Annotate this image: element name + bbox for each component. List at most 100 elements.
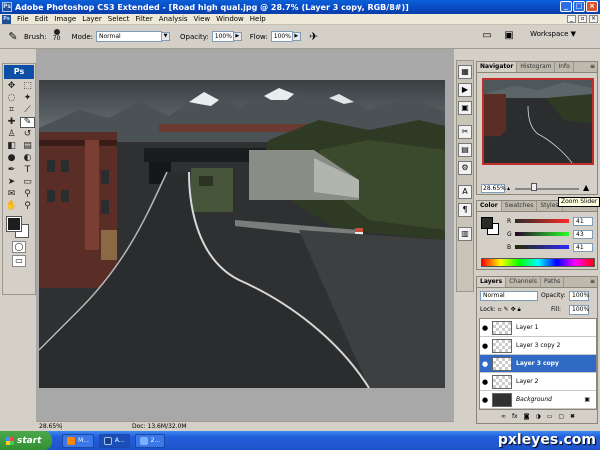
brush-tool-preset-icon[interactable]: ✎ <box>6 30 20 44</box>
clone-stamp-tool-icon[interactable]: ♙ <box>4 129 19 140</box>
layer-style-icon[interactable]: fx <box>512 413 518 423</box>
layer-row[interactable]: ● Layer 3 copy 2 <box>480 337 596 355</box>
layer-opacity-field[interactable]: 100% <box>569 291 589 301</box>
menu-help[interactable]: Help <box>247 15 269 23</box>
taskbar-item-photoshop[interactable]: A... <box>98 433 130 448</box>
taskbar-item-group[interactable]: 2... <box>134 433 166 448</box>
visibility-eye-icon[interactable]: ● <box>480 360 490 368</box>
blue-slider[interactable] <box>515 245 569 249</box>
actions-panel-icon[interactable]: ⚙ <box>458 161 472 175</box>
foreground-color-swatch[interactable] <box>6 216 22 232</box>
red-value[interactable]: 41 <box>573 216 593 226</box>
tool-presets-panel-icon[interactable]: ▶ <box>458 83 472 97</box>
lasso-tool-icon[interactable]: ◌ <box>4 93 19 104</box>
navigator-thumbnail[interactable] <box>482 78 594 165</box>
shape-tool-icon[interactable]: ▭ <box>20 177 35 188</box>
visibility-eye-icon[interactable]: ● <box>480 324 490 332</box>
move-tool-icon[interactable]: ✥ <box>4 81 19 92</box>
screen-mode-icon[interactable]: ▭ <box>12 255 26 267</box>
panel-menu-icon[interactable]: ≡ <box>590 63 595 70</box>
new-layer-icon[interactable]: ▢ <box>558 413 564 423</box>
file-browser-icon[interactable]: ▭ <box>480 30 494 42</box>
history-brush-tool-icon[interactable]: ↺ <box>20 129 35 140</box>
status-zoom[interactable]: 28.65% <box>36 423 62 430</box>
visibility-eye-icon[interactable]: ● <box>480 396 490 404</box>
flow-dropdown-icon[interactable]: ▶ <box>291 32 301 41</box>
zoom-in-icon[interactable]: ▲ <box>583 183 589 192</box>
visibility-eye-icon[interactable]: ● <box>480 342 490 350</box>
zoom-slider-track[interactable] <box>515 188 579 190</box>
layer-row[interactable]: ● Layer 2 <box>480 373 596 391</box>
healing-brush-tool-icon[interactable]: ✚ <box>4 117 19 128</box>
adjustment-layer-icon[interactable]: ◑ <box>535 413 540 423</box>
brush-picker[interactable]: 70 <box>50 28 64 46</box>
paragraph-panel-icon[interactable]: ¶ <box>458 203 472 217</box>
menu-layer[interactable]: Layer <box>79 15 105 23</box>
menu-select[interactable]: Select <box>105 15 133 23</box>
camera-icon[interactable]: ▣ <box>502 30 516 42</box>
path-selection-tool-icon[interactable]: ➤ <box>4 177 19 188</box>
panel-menu-icon[interactable]: ≡ <box>590 278 595 285</box>
maximize-button[interactable]: □ <box>573 1 585 12</box>
delete-layer-icon[interactable]: ✖ <box>570 413 575 423</box>
airbrush-icon[interactable]: ✈ <box>307 30 321 44</box>
info-panel-icon[interactable]: ▥ <box>458 227 472 241</box>
blur-tool-icon[interactable]: ● <box>4 153 19 164</box>
lock-image-icon[interactable]: ✎ <box>504 306 509 313</box>
lock-transparent-icon[interactable]: ▫ <box>498 306 502 313</box>
red-slider[interactable] <box>515 219 569 223</box>
type-tool-icon[interactable]: T <box>20 165 35 176</box>
zoom-slider-handle[interactable] <box>531 183 538 191</box>
dodge-tool-icon[interactable]: ◐ <box>20 153 35 164</box>
tab-swatches[interactable]: Swatches <box>502 201 538 211</box>
layer-row[interactable]: ● Layer 1 <box>480 319 596 337</box>
workspace-menu[interactable]: Workspace ▼ <box>530 30 576 38</box>
zoom-out-icon[interactable]: ▴ <box>507 185 510 192</box>
blend-mode-select[interactable]: Normal <box>480 291 538 301</box>
eyedropper-tool-icon[interactable]: ⚲ <box>20 189 35 200</box>
history-panel-icon[interactable]: ▣ <box>458 101 472 115</box>
layer-comps-panel-icon[interactable]: ▤ <box>458 143 472 157</box>
new-group-icon[interactable]: ▭ <box>547 413 553 423</box>
clone-source-panel-icon[interactable]: ✂ <box>458 125 472 139</box>
opacity-dropdown-icon[interactable]: ▶ <box>232 32 242 41</box>
menu-view[interactable]: View <box>191 15 214 23</box>
opacity-field[interactable]: 100% <box>211 31 234 42</box>
tab-channels[interactable]: Channels <box>506 277 541 287</box>
slice-tool-icon[interactable]: ⟋ <box>20 105 35 116</box>
color-ramp[interactable] <box>481 258 595 267</box>
tab-navigator[interactable]: Navigator <box>477 62 518 72</box>
marquee-tool-icon[interactable]: ⬚ <box>20 81 35 92</box>
taskbar-item-browser[interactable]: M... <box>62 433 94 448</box>
doc-close-button[interactable]: × <box>589 15 598 23</box>
mode-dropdown-icon[interactable]: ▼ <box>161 32 170 41</box>
mode-select[interactable]: Normal <box>96 31 162 42</box>
crop-tool-icon[interactable]: ⌗ <box>4 105 19 116</box>
doc-minimize-button[interactable]: _ <box>567 15 576 23</box>
visibility-eye-icon[interactable]: ● <box>480 378 490 386</box>
doc-restore-button[interactable]: ▫ <box>578 15 587 23</box>
menu-image[interactable]: Image <box>51 15 79 23</box>
eraser-tool-icon[interactable]: ◧ <box>4 141 19 152</box>
menu-analysis[interactable]: Analysis <box>156 15 191 23</box>
image-canvas[interactable] <box>39 80 445 388</box>
menu-filter[interactable]: Filter <box>132 15 155 23</box>
flow-field[interactable]: 100% <box>270 31 293 42</box>
layer-row-selected[interactable]: ● Layer 3 copy <box>480 355 596 373</box>
brushes-panel-icon[interactable]: ▦ <box>458 65 472 79</box>
blue-value[interactable]: 41 <box>573 242 593 252</box>
start-button[interactable]: start <box>0 431 52 450</box>
link-layers-icon[interactable]: ∞ <box>501 413 506 423</box>
gradient-tool-icon[interactable]: ▤ <box>20 141 35 152</box>
color-foreground-swatch[interactable] <box>481 217 493 229</box>
brush-tool-icon[interactable]: ✎ <box>20 117 35 128</box>
tab-color[interactable]: Color <box>477 201 502 211</box>
hand-tool-icon[interactable]: ✋ <box>4 201 19 212</box>
zoom-tool-icon[interactable]: ⚲ <box>20 201 35 212</box>
document-icon[interactable]: Ps <box>2 14 11 24</box>
layer-mask-icon[interactable]: ◙ <box>524 413 530 423</box>
pen-tool-icon[interactable]: ✒ <box>4 165 19 176</box>
tab-paths[interactable]: Paths <box>541 277 565 287</box>
menu-window[interactable]: Window <box>213 15 247 23</box>
lock-all-icon[interactable]: 🔒︎ <box>518 306 521 313</box>
